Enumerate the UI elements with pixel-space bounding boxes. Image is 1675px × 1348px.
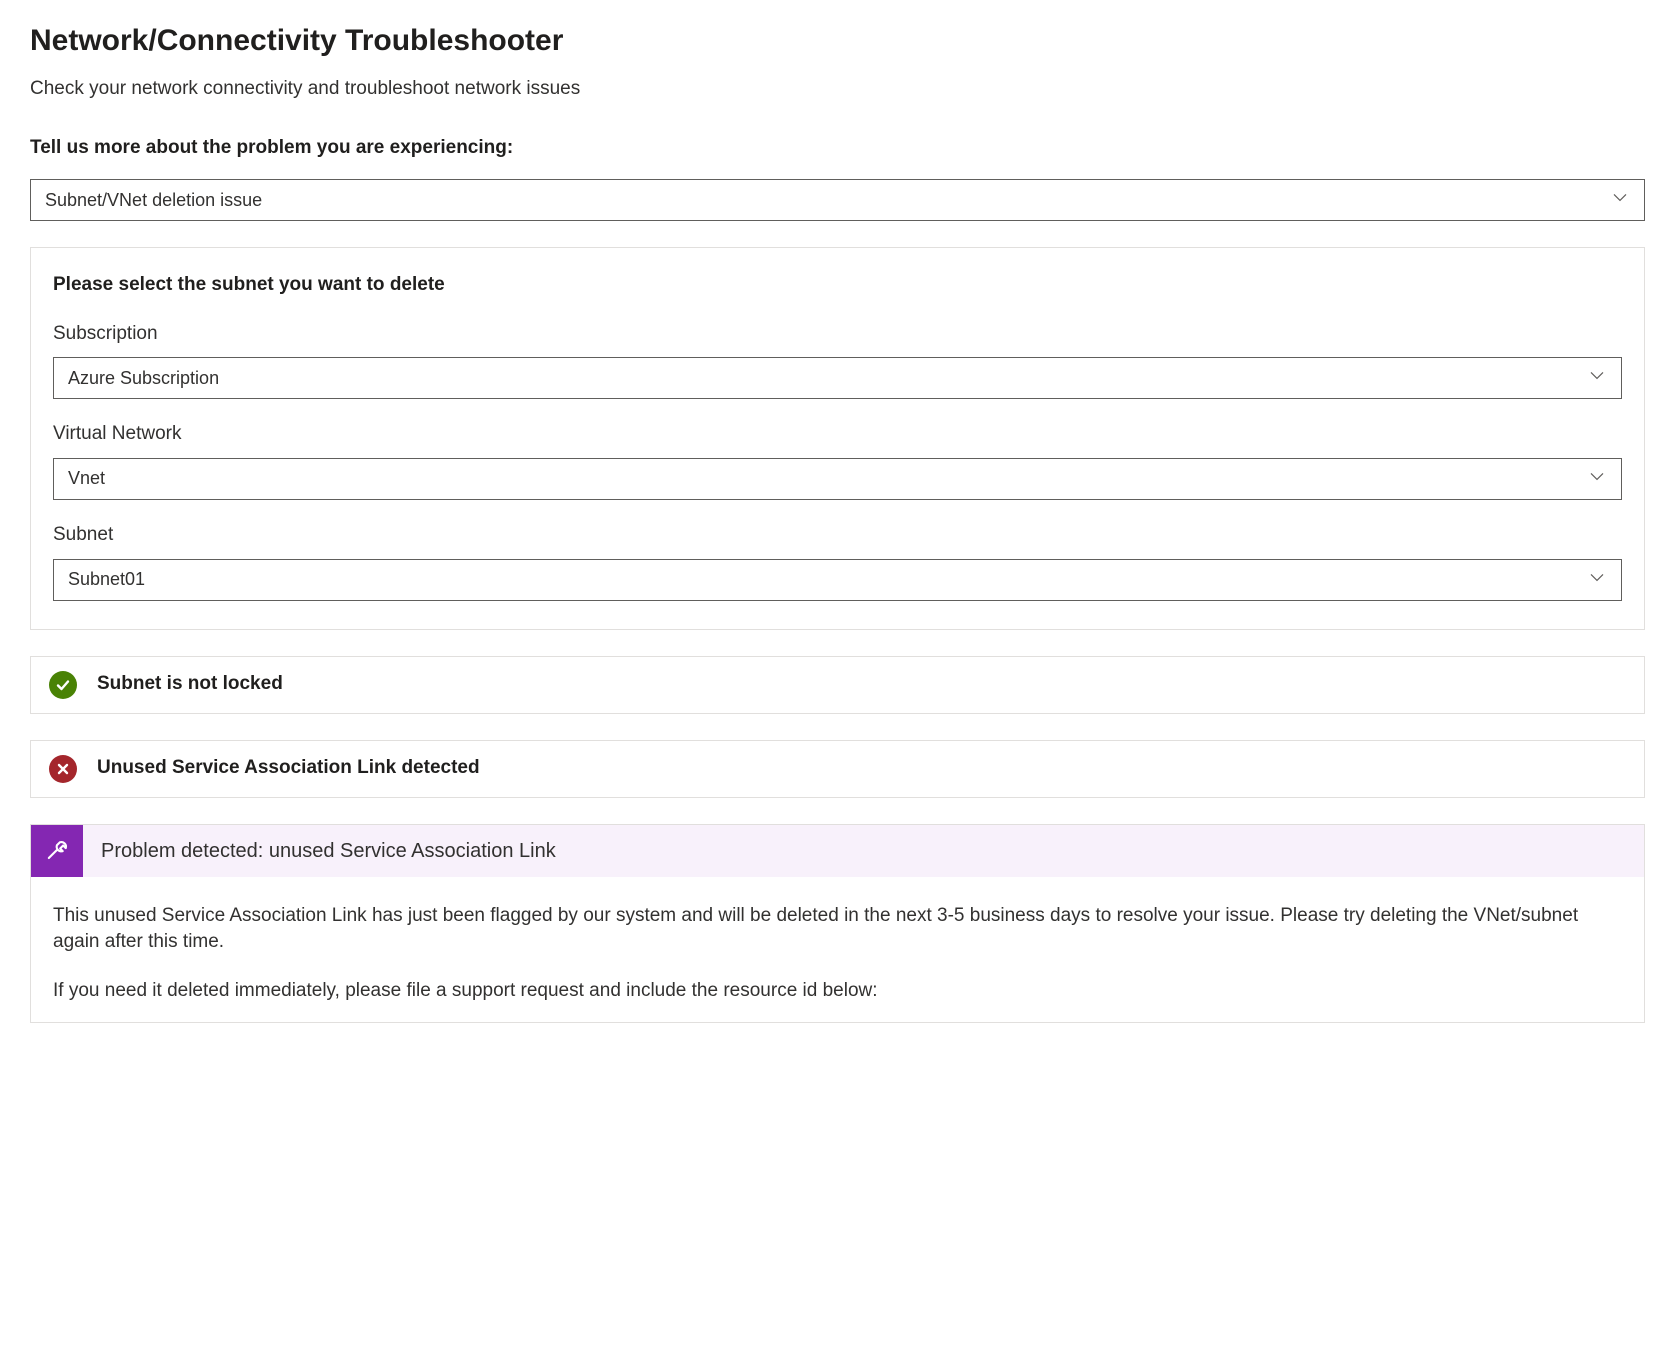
chevron-down-icon bbox=[1612, 188, 1628, 213]
error-icon bbox=[49, 755, 77, 783]
problem-body: This unused Service Association Link has… bbox=[31, 877, 1644, 1023]
problem-detected-panel: Problem detected: unused Service Associa… bbox=[30, 824, 1645, 1024]
problem-header: Problem detected: unused Service Associa… bbox=[31, 825, 1644, 877]
subnet-dropdown[interactable]: Subnet01 bbox=[53, 559, 1622, 601]
subscription-dropdown[interactable]: Azure Subscription bbox=[53, 357, 1622, 399]
problem-type-dropdown[interactable]: Subnet/VNet deletion issue bbox=[30, 179, 1645, 221]
vnet-dropdown[interactable]: Vnet bbox=[53, 458, 1622, 500]
chevron-down-icon bbox=[1589, 567, 1605, 592]
chevron-down-icon bbox=[1589, 466, 1605, 491]
problem-prompt-label: Tell us more about the problem you are e… bbox=[30, 135, 1645, 162]
subnet-label: Subnet bbox=[53, 522, 1622, 549]
success-icon bbox=[49, 671, 77, 699]
subscription-label: Subscription bbox=[53, 321, 1622, 348]
vnet-value: Vnet bbox=[68, 466, 105, 491]
check-lock-text: Subnet is not locked bbox=[97, 671, 283, 698]
vnet-label: Virtual Network bbox=[53, 421, 1622, 448]
subscription-value: Azure Subscription bbox=[68, 366, 219, 391]
check-lock-row[interactable]: Subnet is not locked bbox=[30, 656, 1645, 714]
page-subtitle: Check your network connectivity and trou… bbox=[30, 76, 1645, 103]
problem-type-value: Subnet/VNet deletion issue bbox=[45, 188, 262, 213]
problem-body-paragraph-1: This unused Service Association Link has… bbox=[53, 903, 1622, 956]
subnet-selection-card: Please select the subnet you want to del… bbox=[30, 247, 1645, 629]
subnet-value: Subnet01 bbox=[68, 567, 145, 592]
check-sal-row[interactable]: Unused Service Association Link detected bbox=[30, 740, 1645, 798]
wrench-icon bbox=[31, 825, 83, 877]
chevron-down-icon bbox=[1589, 366, 1605, 391]
subnet-selection-title: Please select the subnet you want to del… bbox=[53, 272, 1622, 299]
problem-body-paragraph-2: If you need it deleted immediately, plea… bbox=[53, 978, 1622, 1005]
problem-header-text: Problem detected: unused Service Associa… bbox=[83, 825, 574, 877]
page-title: Network/Connectivity Troubleshooter bbox=[30, 20, 1645, 62]
check-sal-text: Unused Service Association Link detected bbox=[97, 755, 480, 782]
